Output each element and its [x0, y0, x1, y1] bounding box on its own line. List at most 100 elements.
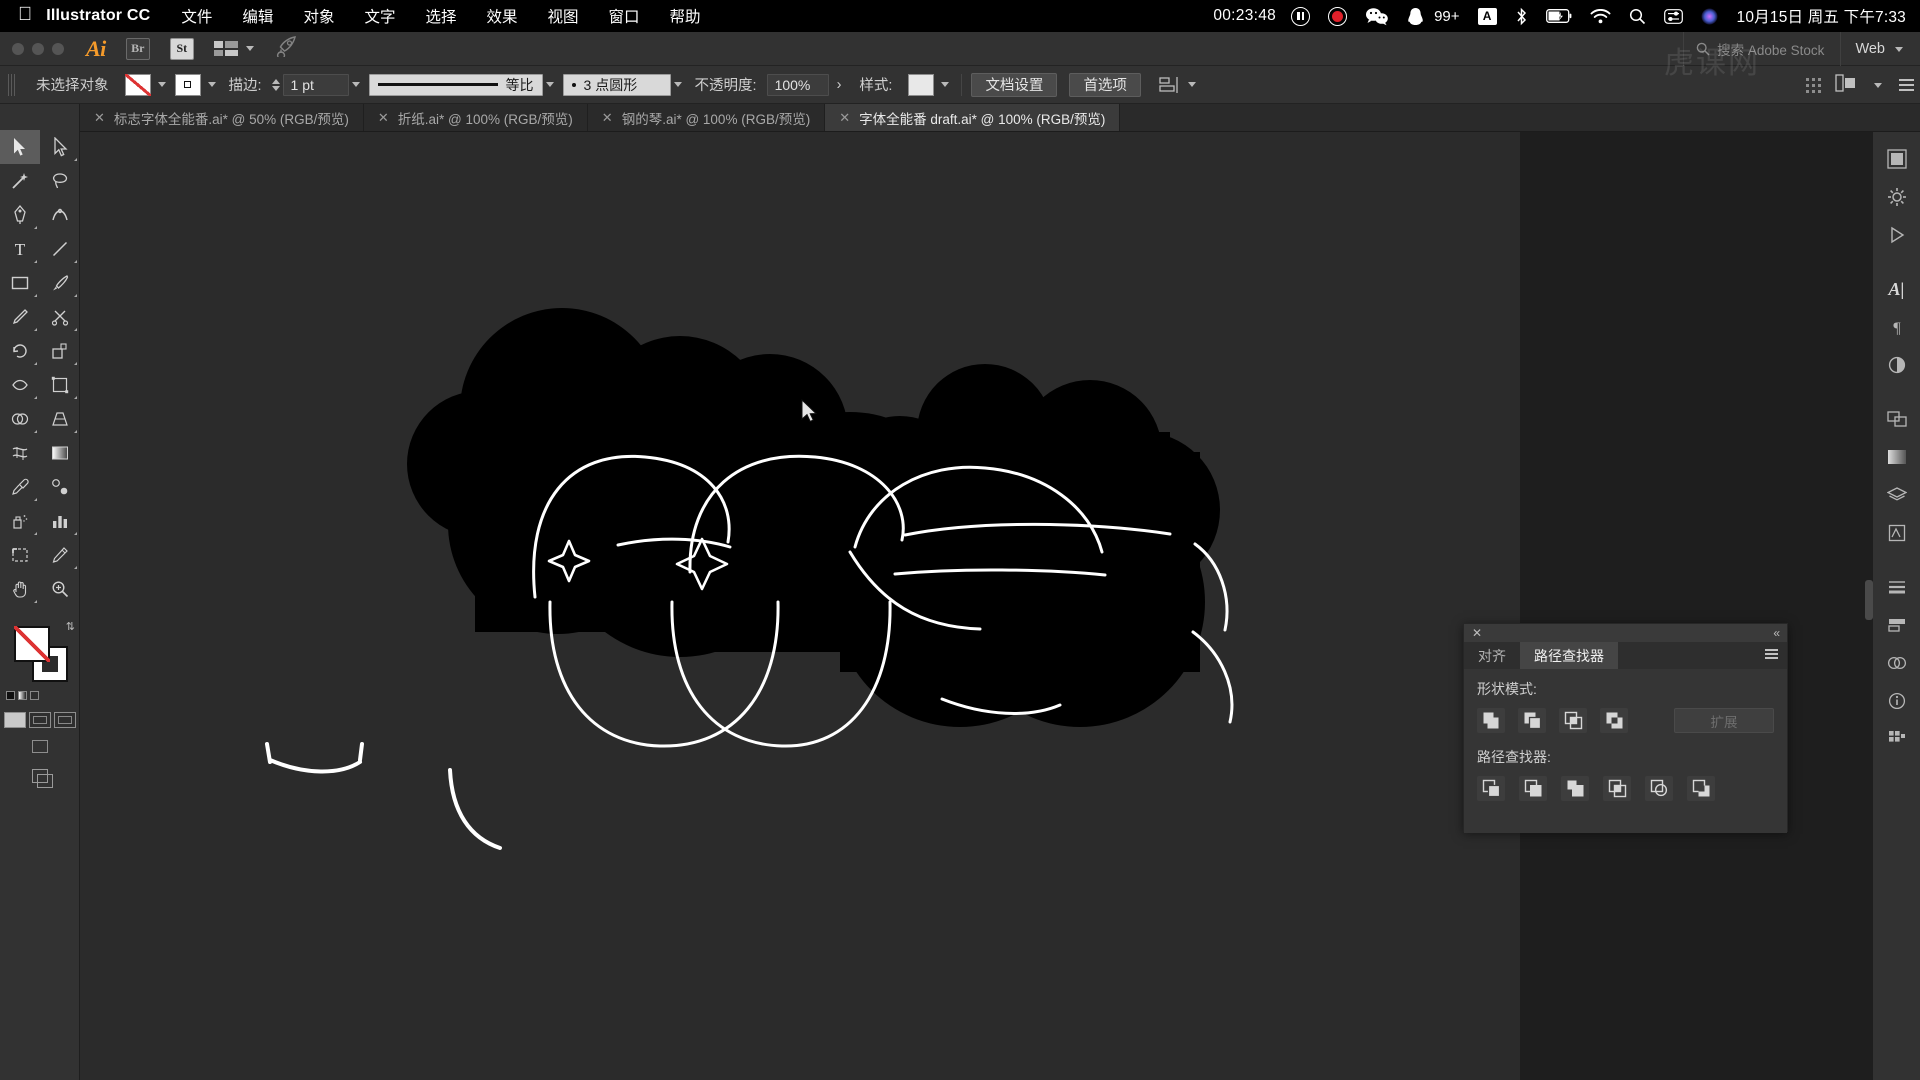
chevron-down-icon[interactable]	[673, 82, 682, 87]
stroke-profile-select[interactable]: 等比	[368, 73, 543, 96]
magic-wand-tool[interactable]	[0, 164, 40, 198]
siri-icon[interactable]	[1692, 8, 1727, 25]
macos-datetime[interactable]: 10月15日 周五 下午7:33	[1727, 5, 1910, 27]
type-panel-icon[interactable]: A|	[1877, 272, 1917, 306]
wechat-icon[interactable]	[1356, 7, 1398, 26]
info-panel-icon[interactable]	[1877, 684, 1917, 718]
gradient-panel-icon[interactable]	[1877, 440, 1917, 474]
menu-view[interactable]: 视图	[533, 5, 594, 27]
scale-tool[interactable]	[40, 334, 80, 368]
align-icon[interactable]	[1159, 76, 1199, 94]
merge-icon[interactable]	[1561, 776, 1589, 801]
exclude-icon[interactable]	[1600, 708, 1628, 733]
opacity-flyout-arrow[interactable]: ›	[829, 77, 850, 93]
gear-icon[interactable]	[1877, 180, 1917, 214]
canvas-area[interactable]	[80, 132, 1520, 1080]
panel-menu-icon[interactable]	[1765, 649, 1778, 659]
rocket-icon[interactable]	[275, 35, 299, 62]
chevron-down-icon[interactable]	[941, 82, 950, 87]
menu-type[interactable]: 文字	[349, 5, 410, 27]
width-tool[interactable]	[0, 368, 40, 402]
fill-none-swatch[interactable]	[124, 73, 151, 96]
menu-object[interactable]: 对象	[288, 5, 349, 27]
slice-tool[interactable]	[40, 538, 80, 572]
eyedropper-tool[interactable]	[0, 470, 40, 504]
collapse-panel-icon[interactable]: «	[1773, 627, 1780, 639]
swap-fill-stroke-icon[interactable]: ⇅	[66, 620, 75, 633]
close-icon[interactable]: ✕	[839, 111, 850, 124]
rotate-tool[interactable]	[0, 334, 40, 368]
curvature-tool[interactable]	[40, 198, 80, 232]
stroke-weight-stepper[interactable]	[271, 78, 280, 91]
macos-app-name[interactable]: Illustrator CC	[46, 7, 166, 25]
graphic-style-control[interactable]	[908, 73, 952, 96]
color-panel-icon[interactable]	[1877, 142, 1917, 176]
pencil-tool[interactable]	[0, 300, 40, 334]
pathfinder-panel[interactable]: ✕ « 对齐 路径查找器 形状模式: 扩展 路径查找器:	[1463, 623, 1788, 833]
stroke-color-control[interactable]	[174, 73, 219, 96]
wifi-icon[interactable]	[1581, 8, 1620, 24]
workspace-switcher[interactable]: Web	[1840, 32, 1920, 66]
artboard-tool[interactable]	[0, 538, 40, 572]
preferences-button[interactable]: 首选项	[1069, 72, 1141, 97]
draw-behind-mode[interactable]	[28, 712, 51, 728]
blobby-lettering-artwork[interactable]	[265, 308, 1234, 850]
unite-icon[interactable]	[1477, 708, 1505, 733]
paragraph-panel-icon[interactable]: ¶	[1877, 310, 1917, 344]
selection-tool[interactable]	[0, 130, 40, 164]
shape-builder-tool[interactable]	[0, 402, 40, 436]
minus-front-icon[interactable]	[1518, 708, 1546, 733]
chevron-down-icon[interactable]	[1187, 82, 1196, 87]
layers-panel-icon[interactable]	[1877, 478, 1917, 512]
default-colors-icons[interactable]	[6, 691, 39, 700]
close-window-button[interactable]	[12, 42, 24, 55]
free-transform-tool[interactable]	[40, 368, 80, 402]
chevron-down-icon[interactable]	[207, 82, 216, 87]
transparency-panel-icon[interactable]	[1877, 348, 1917, 382]
outline-icon[interactable]	[1645, 776, 1673, 801]
graphic-style-swatch[interactable]	[908, 73, 935, 96]
minimize-window-button[interactable]	[32, 42, 44, 55]
qq-icon[interactable]	[1398, 7, 1433, 26]
paintbrush-tool[interactable]	[40, 266, 80, 300]
perspective-grid-tool[interactable]	[40, 402, 80, 436]
canvas-scrollbar-thumb[interactable]	[1865, 580, 1873, 620]
symbols-panel-icon[interactable]	[1877, 516, 1917, 550]
pen-tool[interactable]	[0, 198, 40, 232]
color-swatch-icon[interactable]	[6, 691, 15, 700]
bridge-button[interactable]: Br	[125, 37, 150, 60]
none-swatch-icon[interactable]	[30, 691, 39, 700]
grid-icon[interactable]	[1806, 77, 1821, 93]
opacity-field[interactable]: 100%	[766, 73, 829, 96]
fill-none-swatch[interactable]	[14, 626, 50, 662]
change-screen-mode-icon[interactable]	[31, 769, 53, 788]
arrange-documents-icon[interactable]	[213, 41, 257, 56]
gradient-tool[interactable]	[40, 436, 80, 470]
appearance-panel-icon[interactable]	[1877, 646, 1917, 680]
control-bar-grip[interactable]	[8, 73, 16, 96]
chevron-down-icon[interactable]	[157, 82, 166, 87]
type-tool[interactable]: T	[0, 232, 40, 266]
artwork-canvas[interactable]	[80, 132, 1520, 1080]
direct-selection-tool[interactable]	[40, 130, 80, 164]
tools-panel-footer[interactable]	[0, 769, 79, 788]
stock-search[interactable]: 搜索 Adobe Stock	[1683, 32, 1840, 66]
brushes-panel-icon[interactable]	[1877, 570, 1917, 604]
input-method-indicator[interactable]: A	[1469, 7, 1506, 25]
divide-icon[interactable]	[1477, 776, 1505, 801]
close-icon[interactable]: ✕	[378, 111, 389, 124]
close-icon[interactable]: ✕	[1472, 627, 1482, 639]
menu-window[interactable]: 窗口	[594, 5, 655, 27]
document-tab-3[interactable]: ✕ 钢的琴.ai* @ 100% (RGB/预览)	[587, 104, 826, 131]
close-icon[interactable]: ✕	[602, 111, 613, 124]
trim-icon[interactable]	[1519, 776, 1547, 801]
document-setup-button[interactable]: 文档设置	[971, 72, 1058, 97]
bluetooth-icon[interactable]	[1506, 7, 1537, 26]
stock-button[interactable]: St	[169, 37, 194, 60]
chevron-down-icon[interactable]	[1874, 82, 1882, 88]
pause-icon[interactable]	[1282, 6, 1319, 26]
intersect-icon[interactable]	[1559, 708, 1587, 733]
rectangle-tool[interactable]	[0, 266, 40, 300]
tab-pathfinder[interactable]: 路径查找器	[1520, 642, 1618, 669]
tab-align[interactable]: 对齐	[1464, 642, 1520, 669]
